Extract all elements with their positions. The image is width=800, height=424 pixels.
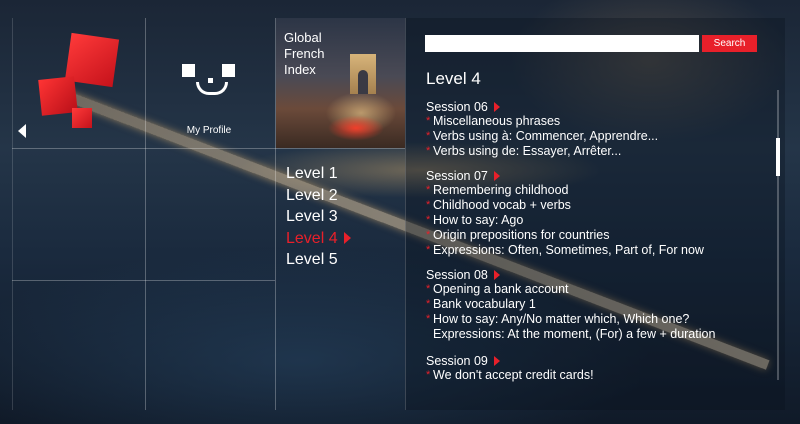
session-title[interactable]: Session 07 (426, 169, 771, 183)
level-label: Level 4 (286, 229, 338, 247)
search-bar: Search (425, 35, 757, 52)
search-input[interactable] (425, 35, 699, 52)
level-label: Level 2 (286, 186, 338, 204)
session-block: Session 09 * We don't accept credit cards! (426, 354, 771, 383)
level-item[interactable]: Level 1 (286, 163, 351, 185)
lesson-item-label: Expressions: At the moment, (For) a few … (433, 327, 716, 341)
lesson-item[interactable]: * Verbs using de: Essayer, Arrêter... (426, 144, 771, 159)
global-french-index-tile[interactable]: Global French Index (276, 18, 405, 148)
session-title[interactable]: Session 06 (426, 100, 771, 114)
session-arrow-icon (493, 356, 500, 366)
lesson-item[interactable]: * How to say: Ago (426, 213, 771, 228)
lesson-item[interactable]: * Miscellaneous phrases (426, 114, 771, 129)
bullet-icon: * (426, 283, 431, 295)
bullet-icon: * (426, 130, 431, 142)
face-eye-left (182, 64, 195, 77)
bullet-icon: * (426, 229, 431, 241)
session-title-label: Session 07 (426, 169, 488, 183)
lesson-item-label: We don't accept credit cards! (433, 368, 594, 382)
grid-divider (145, 18, 146, 410)
session-title[interactable]: Session 08 (426, 268, 771, 282)
level-item[interactable]: Level 5 (286, 249, 351, 271)
session-title[interactable]: Session 09 (426, 354, 771, 368)
lesson-item-label: Miscellaneous phrases (433, 114, 561, 128)
bullet-icon: * (426, 184, 431, 196)
session-block: Session 06 * Miscellaneous phrases * Verbs u… (426, 100, 771, 159)
lesson-item[interactable]: * Origin prepositions for countries (426, 228, 771, 243)
lesson-item[interactable]: * Verbs using à: Commencer, Apprendre... (426, 129, 771, 144)
level-menu: Level 1 Level 2 Level 3 Level 4 Level 5 (286, 163, 351, 271)
session-arrow-icon (493, 102, 500, 112)
lesson-item[interactable]: * How to say: Any/No matter which, Which … (426, 312, 771, 327)
profile-face-icon[interactable] (178, 60, 240, 110)
level-heading: Level 4 (426, 69, 481, 88)
lesson-item[interactable]: * We don't accept credit cards! (426, 368, 771, 383)
grid-divider (12, 280, 275, 281)
lesson-item[interactable]: * Childhood vocab + verbs (426, 198, 771, 213)
bullet-icon: * (426, 244, 431, 256)
session-title-label: Session 08 (426, 268, 488, 282)
bullet-icon: * (426, 369, 431, 381)
bullet-icon: * (426, 214, 431, 226)
lesson-item[interactable]: * Opening a bank account (426, 282, 771, 297)
session-block: Session 08 * Opening a bank account * Bank v… (426, 268, 771, 342)
session-arrow-icon (493, 171, 500, 181)
level-label: Level 5 (286, 251, 338, 268)
lesson-item-label: How to say: Any/No matter which, Which o… (433, 312, 690, 326)
level-label: Level 1 (286, 165, 338, 182)
logo-cube-small (72, 108, 92, 128)
bullet-icon: * (426, 115, 431, 127)
back-arrow-icon[interactable] (18, 124, 26, 138)
bullet-icon: * (426, 199, 431, 211)
lesson-item[interactable]: * Bank vocabulary 1 (426, 297, 771, 312)
lesson-item-label: How to say: Ago (433, 213, 524, 227)
tile-title: Global French Index (284, 30, 325, 77)
lesson-item-label: Verbs using de: Essayer, Arrêter... (433, 144, 622, 158)
lesson-item-label: Verbs using à: Commencer, Apprendre... (433, 129, 659, 143)
session-list: Session 06 * Miscellaneous phrases * Verbs u… (426, 98, 771, 383)
lesson-item-label: Origin prepositions for countries (433, 228, 610, 242)
level-label: Level 3 (286, 208, 338, 225)
lesson-item-label: Childhood vocab + verbs (433, 198, 571, 212)
session-title-label: Session 09 (426, 354, 488, 368)
lesson-item[interactable]: *Expressions: At the moment, (For) a few… (426, 327, 771, 342)
level-item[interactable]: Level 4 (286, 228, 351, 250)
session-arrow-icon (493, 270, 500, 280)
search-button[interactable]: Search (702, 35, 757, 52)
face-eye-right (222, 64, 235, 77)
session-title-label: Session 06 (426, 100, 488, 114)
session-block: Session 07 * Remembering childhood * Childho… (426, 169, 771, 258)
level-item[interactable]: Level 2 (286, 185, 351, 207)
face-smile (196, 82, 228, 95)
lesson-item-label: Opening a bank account (433, 282, 569, 296)
lesson-item[interactable]: * Expressions: Often, Sometimes, Part of,… (426, 243, 771, 258)
level-item[interactable]: Level 3 (286, 206, 351, 228)
lesson-item-label: Expressions: Often, Sometimes, Part of, … (433, 243, 704, 257)
bullet-icon: * (426, 145, 431, 157)
my-profile-label[interactable]: My Profile (178, 125, 240, 136)
lesson-item[interactable]: * Remembering childhood (426, 183, 771, 198)
scrollbar-track[interactable] (776, 90, 780, 380)
grid-divider (12, 148, 405, 149)
bullet-icon: * (426, 313, 431, 325)
lesson-item-label: Remembering childhood (433, 183, 569, 197)
lesson-item-label: Bank vocabulary 1 (433, 297, 536, 311)
scrollbar-thumb[interactable] (776, 138, 780, 176)
active-level-arrow-icon (343, 232, 351, 245)
bullet-icon: * (426, 298, 431, 310)
